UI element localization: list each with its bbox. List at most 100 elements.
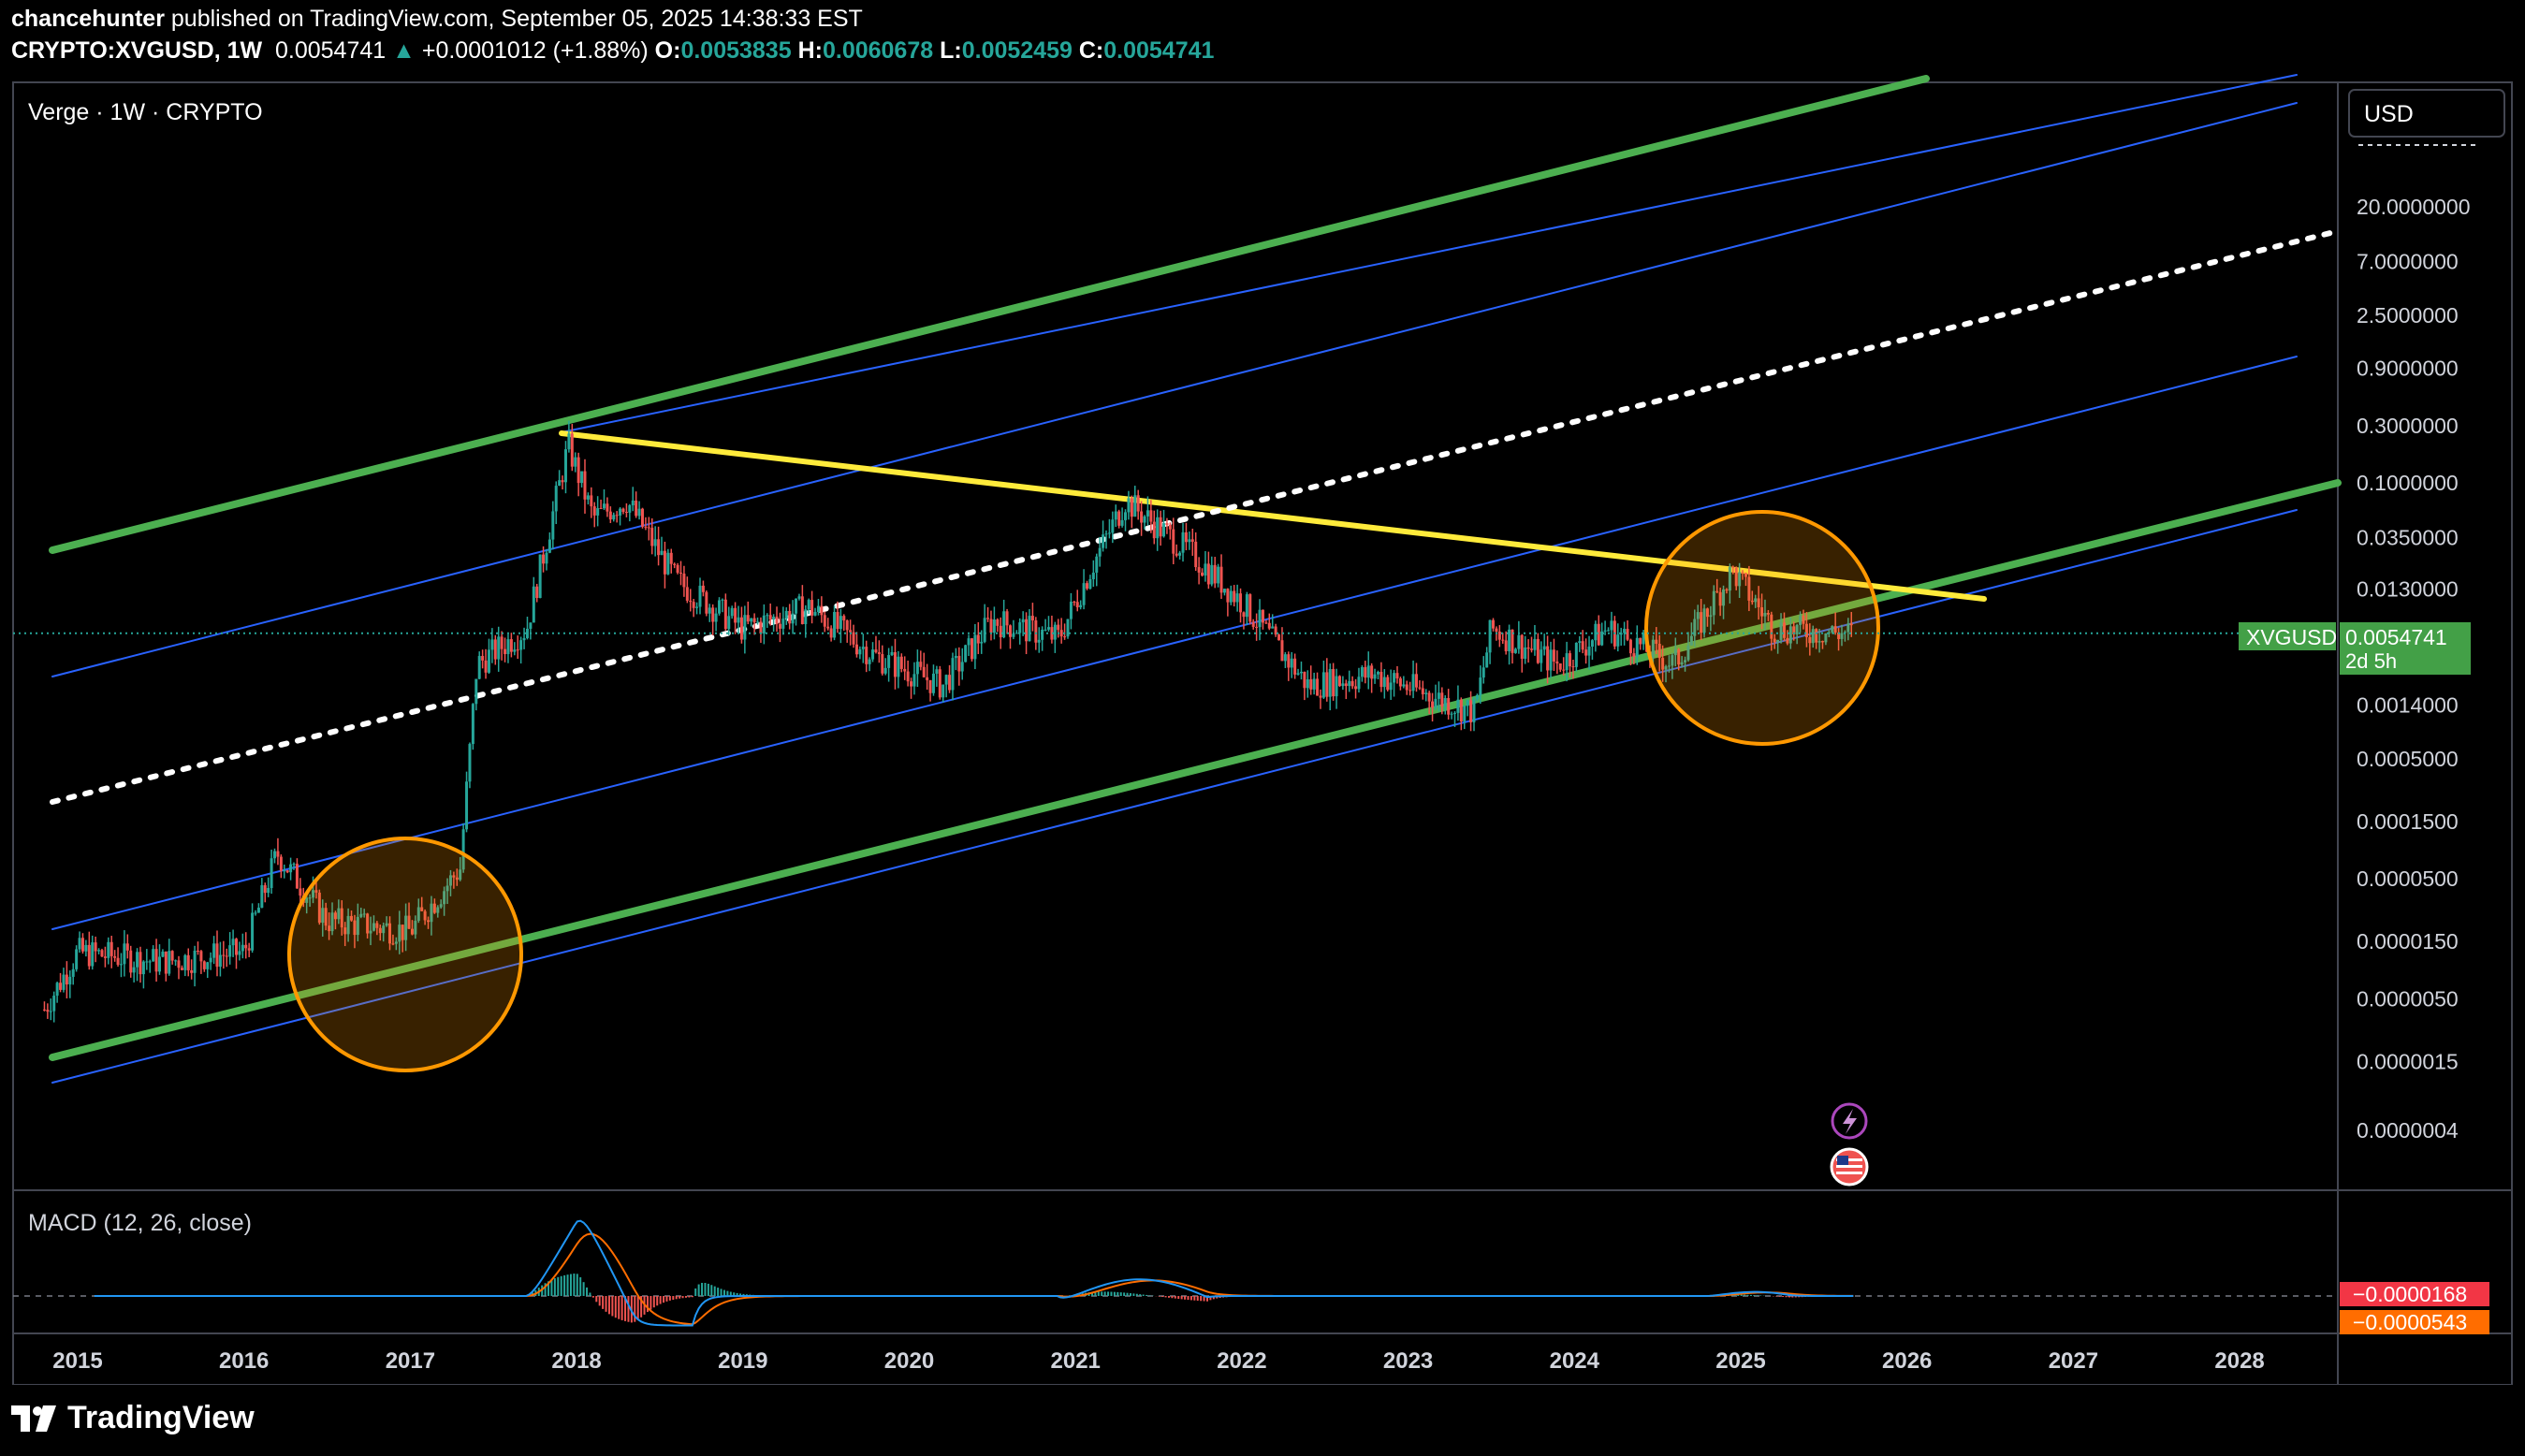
candle-body <box>1283 654 1287 662</box>
candle-body <box>1102 534 1105 548</box>
candle-body <box>788 610 792 624</box>
y-tick-label: 0.0000150 <box>2357 929 2459 954</box>
candle-body <box>628 505 632 513</box>
candle-body <box>795 598 798 614</box>
candle-body <box>1319 695 1322 698</box>
candle-body <box>551 511 555 540</box>
candle-body <box>289 864 293 873</box>
candle-body <box>653 539 657 546</box>
candle-body <box>986 618 990 619</box>
candle-body <box>685 587 689 601</box>
y-tick-label: 0.0130000 <box>2357 577 2459 602</box>
candle-body <box>1127 498 1131 513</box>
candle-body <box>635 500 638 517</box>
candle-body <box>935 669 939 674</box>
green-channel-upper[interactable] <box>49 75 1930 554</box>
candle-body <box>59 983 63 990</box>
candle-body <box>1149 510 1153 522</box>
x-tick-label: 2027 <box>2049 1348 2098 1374</box>
candle-body <box>1143 516 1146 523</box>
candle-body <box>1450 713 1453 715</box>
candle-body <box>650 528 654 546</box>
x-tick-label: 2020 <box>884 1348 934 1374</box>
candle-body <box>1280 640 1284 662</box>
candle-body <box>1421 688 1424 694</box>
candle-body <box>973 634 977 660</box>
candle-body <box>148 961 152 963</box>
candle-body <box>141 961 145 975</box>
candle-body <box>1366 665 1370 678</box>
candle-body <box>574 457 577 467</box>
candle-body <box>1501 639 1505 641</box>
highlight-circle-1[interactable] <box>287 837 523 1072</box>
lightning-icon[interactable] <box>1831 1102 1868 1140</box>
candle-body <box>1120 519 1124 526</box>
candle-body <box>1497 631 1501 640</box>
candle-body <box>299 888 302 896</box>
candle-body <box>554 486 558 512</box>
macd-line <box>94 1219 1854 1327</box>
candle-body <box>861 647 865 649</box>
candle-body <box>570 433 574 467</box>
price-tag: XVGUSD 0.0054741 2d 5h <box>2239 622 2471 675</box>
candle-body <box>1635 637 1639 657</box>
candle-body <box>225 955 228 957</box>
macd-value-2: −0.0000543 <box>2353 1310 2467 1334</box>
tradingview-logo[interactable]: TradingView <box>11 1400 255 1436</box>
candle-body <box>1414 674 1418 688</box>
white-dotted-mid[interactable] <box>50 230 2333 805</box>
candle-body <box>673 563 677 565</box>
candle-body <box>1344 683 1348 687</box>
candle-body <box>1558 662 1562 670</box>
candle-body <box>1005 611 1009 626</box>
candle-body <box>698 585 702 607</box>
macd-value-1: −0.0000168 <box>2353 1282 2467 1306</box>
candle-body <box>174 960 178 962</box>
candle-body <box>545 552 548 564</box>
candle-body <box>599 508 603 510</box>
candle-body <box>209 957 212 963</box>
candle-body <box>1552 649 1555 662</box>
candle-body <box>1021 619 1025 623</box>
currency-label: USD <box>2364 101 2414 127</box>
candle-body <box>279 856 283 871</box>
candle-body <box>532 586 535 623</box>
candle-body <box>608 511 612 520</box>
candle-body <box>586 495 590 500</box>
candle-body <box>97 950 101 952</box>
us-flag-icon[interactable] <box>1830 1147 1869 1187</box>
candle-body <box>525 628 529 638</box>
highlight-circle-2[interactable] <box>1644 510 1880 746</box>
candle-body <box>644 526 648 528</box>
candle-body <box>1255 626 1259 628</box>
candle-body <box>1325 672 1329 697</box>
candle-body <box>1044 629 1047 631</box>
candle-body <box>234 939 238 955</box>
candle-body <box>94 942 97 952</box>
chart-svg[interactable]: 20.0000000 7.0000000 2.5000000 0.9000000 0.3… <box>0 0 2525 1385</box>
candle-body <box>836 612 839 630</box>
candle-body <box>624 512 628 514</box>
candle-body <box>1242 612 1246 618</box>
candle-body <box>1012 633 1015 637</box>
candle-body <box>723 599 727 630</box>
blue-channel-4[interactable] <box>561 74 2298 433</box>
candle-body <box>906 671 910 682</box>
y-tick-label: 0.0350000 <box>2357 525 2459 549</box>
blue-channel-1[interactable] <box>51 102 2298 677</box>
candle-body <box>1427 692 1431 702</box>
candle-body <box>493 639 497 660</box>
candle-body <box>756 621 760 623</box>
candle-body <box>730 607 734 617</box>
candle-body <box>883 667 887 674</box>
candle-body <box>791 613 795 624</box>
candle-body <box>877 652 881 655</box>
candle-body <box>960 662 964 672</box>
candle-body <box>1542 646 1546 650</box>
time-axis[interactable]: 2015 2016 2017 2018 2019 2020 2021 2022 2023 2024… <box>52 1348 2264 1374</box>
candle-body <box>976 634 980 644</box>
candle-body <box>241 944 244 952</box>
candle-body <box>1156 517 1160 539</box>
candle-body <box>708 607 711 614</box>
candle-body <box>592 506 596 516</box>
